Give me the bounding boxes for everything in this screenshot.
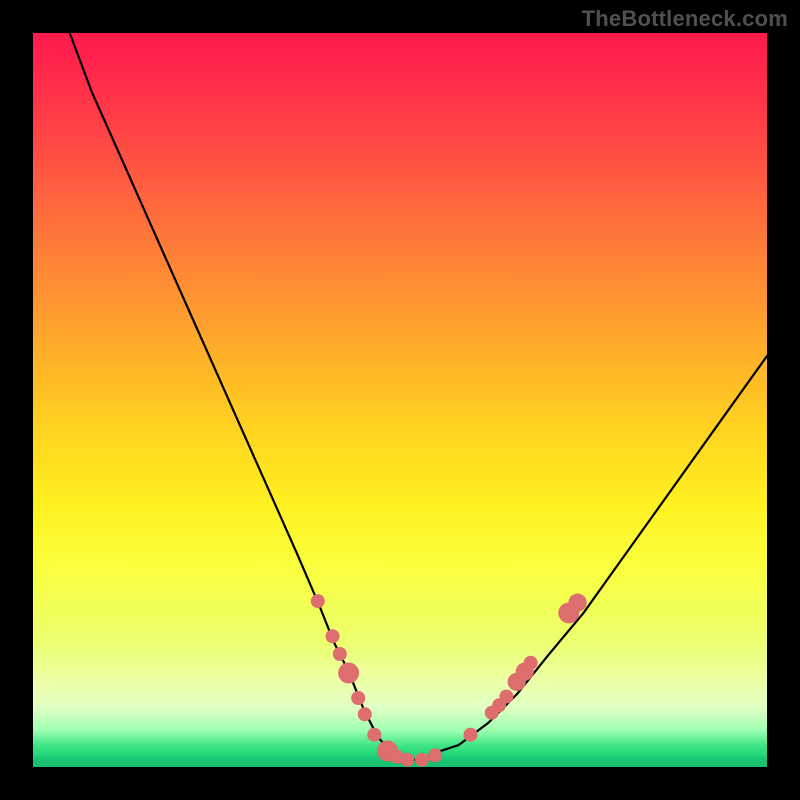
chart-stage: TheBottleneck.com: [0, 0, 800, 800]
gradient-background: [33, 33, 767, 767]
watermark-text: TheBottleneck.com: [582, 6, 788, 32]
